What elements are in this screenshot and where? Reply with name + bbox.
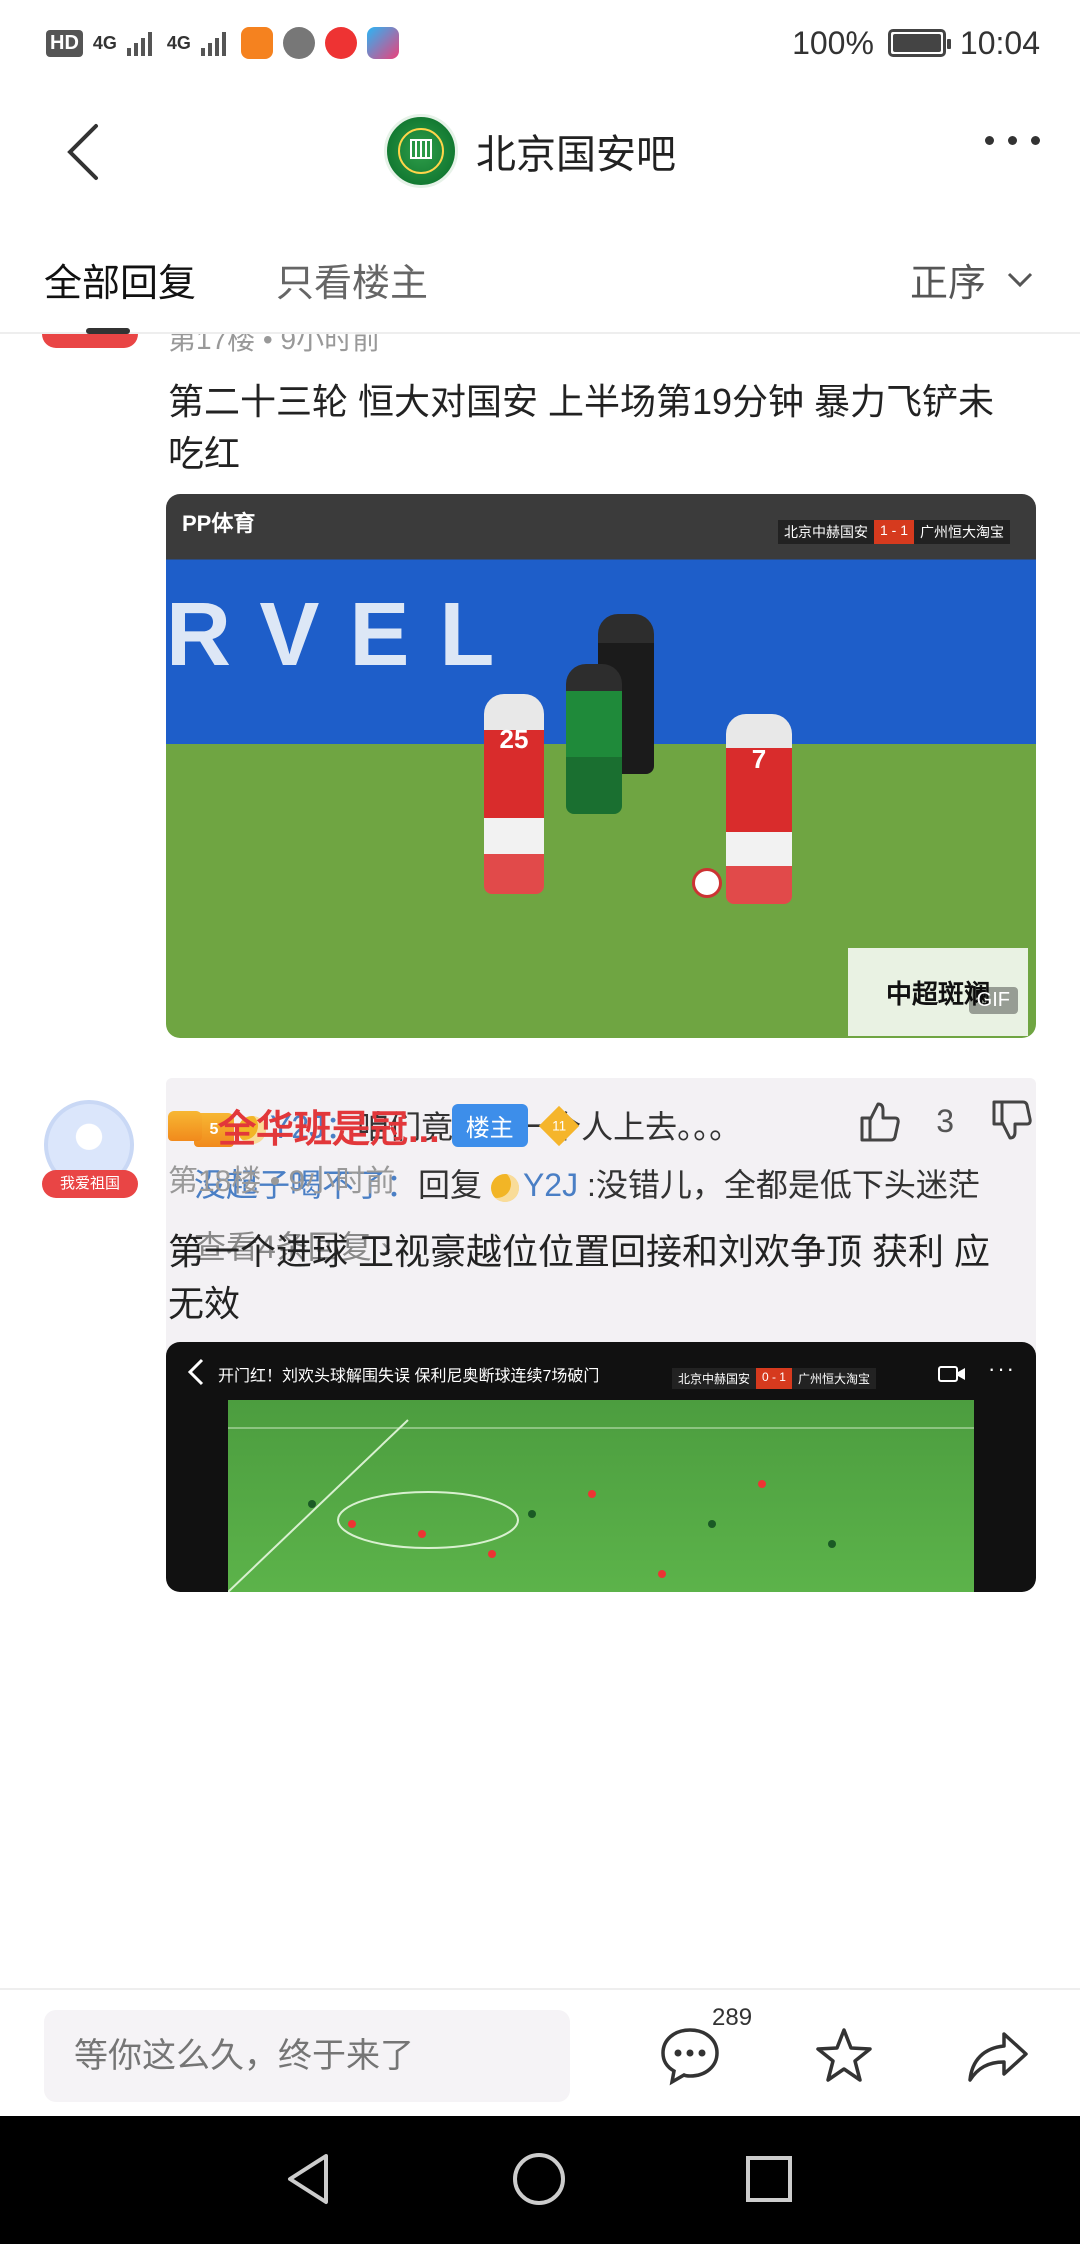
app-notification-icon	[240, 27, 273, 59]
battery-percent: 100%	[792, 24, 874, 61]
like-area: 3	[856, 1098, 1034, 1144]
moon-icon	[490, 1173, 519, 1202]
post-18-video[interactable]: 开门红！刘欢头球解围失误 保利尼奥断球连续7场破门 北京中赫国安 0 - 1 广…	[166, 1342, 1036, 1592]
floor-meta-partial: 第17楼 • 9小时前	[168, 334, 381, 355]
scoreboard-home: 北京中赫国安	[671, 1368, 756, 1389]
gif-label: GIF	[968, 987, 1018, 1014]
reply-list[interactable]: 第17楼 • 9小时前 第二十三轮 恒大对国安 上半场第19分钟 暴力飞铲未吃红…	[0, 334, 1080, 1988]
signal-4g-icon: 4G	[92, 32, 117, 53]
op-tag: 楼主	[451, 1104, 528, 1147]
nav-back-icon[interactable]	[276, 2146, 342, 2212]
signal-bars-icon-2	[200, 32, 226, 56]
forum-name: 北京国安吧	[476, 133, 676, 177]
player-green	[566, 664, 622, 814]
scoreboard-away: 广州恒大淘宝	[914, 520, 1010, 544]
video-pitch	[228, 1400, 974, 1592]
reply-input[interactable]	[44, 2010, 570, 2102]
star-favorite-icon[interactable]	[812, 2024, 876, 2088]
video-title: 开门红！刘欢头球解围失误 保利尼奥断球连续7场破门	[218, 1368, 600, 1385]
football	[692, 868, 722, 898]
tab-all-replies[interactable]: 全部回复	[44, 252, 196, 307]
reply-tabs: 全部回复 只看楼主 正序	[0, 216, 1080, 334]
more-options-icon[interactable]	[985, 136, 1040, 145]
like-count: 3	[936, 1102, 954, 1139]
thumbs-down-icon[interactable]	[988, 1098, 1034, 1144]
nav-recents-icon[interactable]	[736, 2146, 802, 2212]
tab-op-only[interactable]: 只看楼主	[276, 252, 428, 307]
scoreboard-score: 0 - 1	[755, 1368, 792, 1389]
signal-4g-icon-2: 4G	[166, 32, 191, 53]
video-scoreboard: 北京中赫国安 0 - 1 广州恒大淘宝	[671, 1368, 876, 1389]
post-18-text: 第一个进球 卫视豪越位位置回接和刘欢争顶 获利 应无效	[168, 1231, 991, 1324]
thumbs-up-icon[interactable]	[856, 1098, 902, 1144]
avatar-badge: 我爱祖国	[42, 1170, 138, 1198]
post-17-gif[interactable]: PP体育 北京中赫国安 1 - 1 广州恒大淘宝 RVEL 25 7 中超斑斓 …	[166, 494, 1036, 1038]
status-bar: HD 4G 4G 100% 10:04	[0, 0, 1080, 86]
floor-meta: 第18楼 • 9小时前	[168, 1165, 396, 1198]
reply-to-user[interactable]: Y2J	[523, 1167, 578, 1203]
player-red-25: 25	[484, 694, 544, 894]
youku-icon	[366, 27, 399, 59]
user-badge-partial	[42, 334, 138, 348]
scoreboard-away: 广州恒大淘宝	[791, 1368, 876, 1389]
weibo-icon	[324, 27, 357, 59]
sub-reply-text: :没错儿，全都是低下头迷茫	[578, 1167, 980, 1203]
scoreboard-score: 1 - 1	[873, 520, 914, 544]
media-watermark: PP体育	[182, 511, 256, 536]
system-nav-bar	[0, 2116, 1080, 2244]
scoreboard-home: 北京中赫国安	[777, 520, 874, 544]
wechat-icon	[282, 27, 315, 59]
clock: 10:04	[959, 24, 1040, 61]
bottom-bar: 289	[0, 1988, 1080, 2116]
player-red-7: 7	[726, 714, 792, 904]
level-badge: 11	[538, 1105, 579, 1146]
video-camera-icon[interactable]	[938, 1364, 966, 1384]
username[interactable]: 全华班是冠...	[218, 1098, 440, 1153]
back-icon[interactable]	[56, 122, 116, 182]
comment-count: 289	[712, 2004, 753, 2031]
nav-home-icon[interactable]	[506, 2146, 572, 2212]
status-icons: HD 4G 4G	[46, 27, 399, 59]
active-tab-indicator	[86, 328, 130, 334]
video-more-icon[interactable]: ···	[988, 1356, 1016, 1382]
post-18-user-row: 全华班是冠... 楼主 11	[168, 1098, 579, 1153]
post-17-text: 第二十三轮 恒大对国安 上半场第19分钟 暴力飞铲未吃红	[168, 381, 995, 474]
sort-label: 正序	[909, 263, 986, 305]
hd-icon: HD	[46, 29, 83, 57]
chevron-down-icon	[1007, 272, 1033, 287]
battery-icon	[887, 29, 951, 57]
signal-bars-icon	[126, 32, 152, 56]
top-bar: 北京国安吧	[0, 86, 1080, 216]
share-icon[interactable]	[966, 2024, 1030, 2088]
crown-icon	[168, 1110, 202, 1141]
sort-dropdown[interactable]: 正序	[910, 252, 1034, 307]
scoreboard: 北京中赫国安 1 - 1 广州恒大淘宝	[777, 520, 1010, 544]
forum-logo-icon	[384, 114, 458, 188]
forum-title[interactable]: 北京国安吧	[384, 114, 676, 188]
video-back-icon[interactable]	[186, 1358, 206, 1386]
reply-prefix: 回复	[418, 1167, 491, 1203]
comment-icon[interactable]	[658, 2024, 722, 2088]
